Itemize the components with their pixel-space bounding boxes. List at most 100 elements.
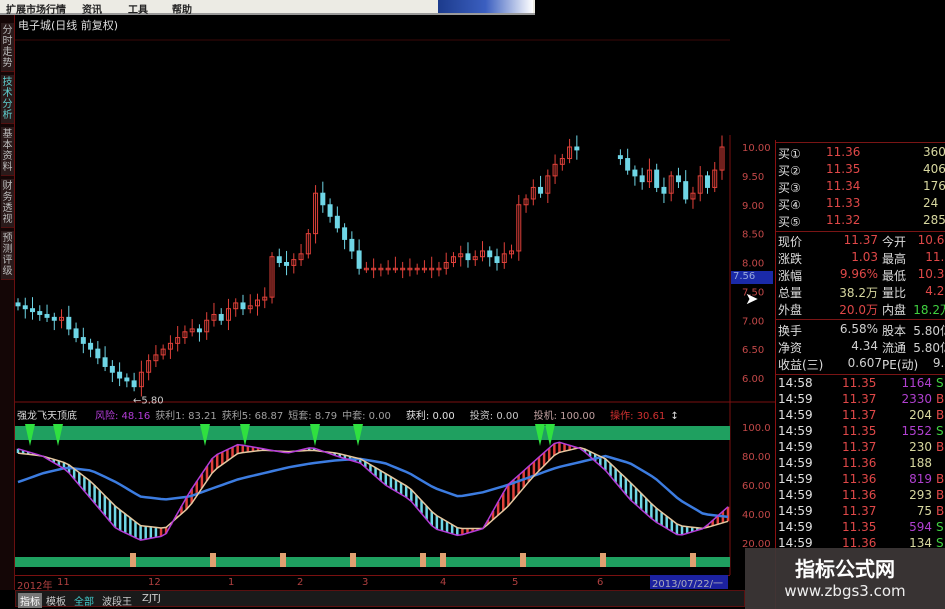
- candle-down: [22, 305, 28, 310]
- top-signal-band: [15, 426, 730, 440]
- indicator-value: 获利5: 68.87: [221, 411, 284, 422]
- tick-row[interactable]: 14:59 11.35 1552 S: [778, 424, 945, 441]
- candle-down: [494, 256, 500, 264]
- candle-down: [342, 227, 348, 240]
- candle-down: [80, 337, 86, 344]
- quote-row[interactable]: 涨跌 1.03 最高 11.3: [778, 250, 945, 267]
- candle-down: [51, 316, 57, 321]
- tick-side: B: [936, 504, 945, 518]
- tick-row[interactable]: 14:59 11.35 594 S: [778, 520, 945, 537]
- tick-volume: 230: [909, 440, 932, 454]
- tab-all[interactable]: 全部: [72, 593, 96, 608]
- tick-side: B: [936, 472, 945, 486]
- quote-value: 11.3: [925, 250, 945, 264]
- candle-down: [66, 316, 72, 330]
- tick-price: 11.36: [842, 488, 877, 502]
- quote-row[interactable]: 收益(三)0.607PE(动)9.4: [778, 356, 945, 373]
- order-book-row[interactable]: 买④ 11.33 24: [778, 196, 945, 213]
- order-book-row[interactable]: 买⑤ 11.32 285: [778, 213, 945, 230]
- candle-down: [327, 204, 333, 217]
- tick-row[interactable]: 14:59 11.37 2330 B: [778, 392, 945, 409]
- candle-down: [240, 302, 246, 310]
- tick-row[interactable]: 14:59 11.37 230 B: [778, 440, 945, 457]
- tick-side: B: [936, 408, 945, 422]
- tick-time: 14:58: [778, 376, 813, 390]
- tab-indicator[interactable]: 指标: [18, 593, 42, 608]
- candle-down: [639, 175, 645, 183]
- buy-signal-marker: [130, 553, 136, 567]
- tick-side: B: [936, 488, 945, 502]
- buy-signal-marker: [350, 553, 356, 567]
- order-book-row[interactable]: 买③ 11.34 176: [778, 179, 945, 196]
- tick-row[interactable]: 14:59 11.37 204 B: [778, 408, 945, 425]
- indicator-value: 操作: 30.61: [610, 411, 666, 422]
- date-tick: 12: [148, 577, 161, 588]
- tick-row[interactable]: 14:59 11.36 293 B: [778, 488, 945, 505]
- candle-down: [675, 175, 681, 183]
- indicator-value: 短套: 8.79: [288, 411, 338, 422]
- indicator-value: 获利1: 83.21: [155, 411, 217, 422]
- bid-price: 11.32: [826, 213, 861, 227]
- price-tick: 9.00: [742, 201, 764, 212]
- watermark-title: 指标公式网: [795, 557, 895, 581]
- bid-label: 买①: [778, 147, 801, 161]
- quote-row[interactable]: 现价 11.37 今开 10.60: [778, 233, 945, 250]
- order-book-row[interactable]: 买① 11.36 360: [778, 145, 945, 162]
- bid-volume: 176: [923, 179, 945, 193]
- candle-down: [109, 365, 115, 373]
- quote-label: 涨幅: [778, 269, 803, 283]
- candle-down: [44, 313, 50, 318]
- quote-row[interactable]: 外盘 20.0万内盘 18.2万: [778, 301, 945, 318]
- tick-row[interactable]: 14:59 11.36 188: [778, 456, 945, 473]
- quote-row[interactable]: 换手 6.58% 股本 5.80亿: [778, 322, 945, 339]
- quote-row[interactable]: 总量 38.2万量比 4.25: [778, 284, 945, 301]
- tick-row[interactable]: 14:59 11.36 819 B: [778, 472, 945, 489]
- quote-label: 流通: [882, 341, 907, 355]
- candle-down: [704, 175, 710, 188]
- tick-volume: 293: [909, 488, 932, 502]
- tick-side: S: [936, 376, 944, 390]
- quote-value: 4.25: [925, 284, 945, 298]
- candle-down: [487, 250, 493, 258]
- tick-price: 11.35: [842, 520, 877, 534]
- candle-down: [218, 313, 224, 321]
- tick-volume: 819: [909, 472, 932, 486]
- quote-label: 量比: [882, 286, 907, 300]
- buy-signal-marker: [600, 553, 606, 567]
- indicator-value: 投资: 0.00: [469, 411, 519, 422]
- tick-price: 11.37: [842, 392, 877, 406]
- tick-volume: 204: [909, 408, 932, 422]
- current-date-label: 2013/07/22/一: [650, 575, 728, 590]
- quote-row[interactable]: 净资 4.34 流通 5.80亿: [778, 339, 945, 356]
- tick-price: 11.37: [842, 408, 877, 422]
- tab-wave-king[interactable]: 波段王: [100, 593, 134, 608]
- quote-value: 5.80亿: [913, 324, 945, 338]
- quote-value: 10.35: [917, 267, 945, 281]
- tick-time: 14:59: [778, 504, 813, 518]
- quote-value: 10.60: [917, 233, 945, 247]
- bid-price: 11.35: [826, 162, 861, 176]
- buy-signal-marker: [210, 553, 216, 567]
- indicator-legend: 强龙飞天顶底 风险: 48.16 获利1: 83.21 获利5: 68.87 短套: 8…: [17, 407, 684, 422]
- order-book-row[interactable]: 买② 11.35 406: [778, 162, 945, 179]
- tick-row[interactable]: 14:58 11.35 1164 S: [778, 376, 945, 393]
- chart-canvas[interactable]: 10.009.509.008.508.007.507.006.506.00←5.…: [0, 0, 775, 590]
- tab-template[interactable]: 模板: [44, 593, 68, 608]
- indicator-tick: 60.00: [742, 481, 771, 492]
- tab-zjtj[interactable]: ZJTJ: [140, 593, 163, 604]
- quote-row[interactable]: 涨幅 9.96% 最低 10.35: [778, 267, 945, 284]
- bid-volume: 24: [923, 196, 939, 210]
- tick-row[interactable]: 14:59 11.37 75 B: [778, 504, 945, 521]
- quote-label: 净资: [778, 341, 803, 355]
- quote-value: 6.58%: [839, 322, 878, 336]
- quote-panel: 买① 11.36 360 买② 11.35 406 买③ 11.34 176 买④ 11.33 24 买…: [775, 140, 945, 609]
- quote-value: 38.2万: [839, 286, 878, 300]
- tick-time: 14:59: [778, 488, 813, 502]
- quote-label: 股本: [882, 324, 907, 338]
- quote-value: 20.0万: [839, 303, 878, 317]
- candle-down: [632, 169, 638, 177]
- tick-volume: 188: [909, 456, 932, 470]
- quote-label: 收益(三): [778, 358, 824, 372]
- candle-down: [37, 311, 43, 315]
- candle-down: [574, 146, 580, 151]
